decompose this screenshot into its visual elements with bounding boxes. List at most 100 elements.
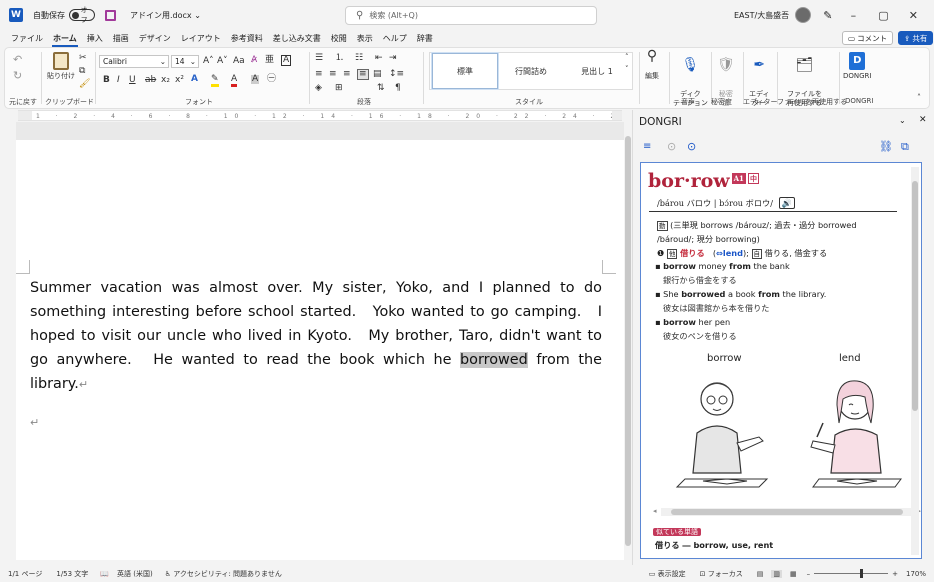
zoom-level[interactable]: 170% [906, 570, 926, 578]
style-normal[interactable]: 標準 [431, 52, 499, 90]
zoom-slider[interactable] [814, 569, 889, 578]
align-center-icon[interactable]: ≡ [329, 70, 337, 79]
redo-icon[interactable]: ↻ [13, 70, 22, 81]
minimize-button[interactable]: – [838, 0, 868, 30]
style-heading-1[interactable]: 見出し 1 [564, 53, 630, 89]
back-icon[interactable]: ⊙ [667, 140, 676, 153]
tab-file[interactable]: ファイル [6, 33, 48, 44]
autosave-toggle[interactable]: オフ [69, 6, 95, 24]
link-icon[interactable]: ⛓ [879, 140, 893, 153]
strikethrough-icon[interactable]: ab [145, 76, 156, 85]
pen-icon[interactable]: ✎ [823, 9, 832, 22]
audio-icon[interactable]: 🔊 [778, 197, 795, 209]
highlight-icon[interactable]: ✎ [211, 75, 219, 87]
subscript-icon[interactable]: x₂ [161, 76, 170, 85]
font-name-select[interactable]: Calibri ⌄ [99, 55, 169, 68]
bold-icon[interactable]: B [103, 76, 110, 85]
collapse-ribbon-icon[interactable]: ˄ [917, 94, 921, 102]
maximize-button[interactable]: ▢ [868, 0, 898, 30]
document-filename[interactable]: アドイン用.docx ⌄ [130, 10, 201, 21]
comment-button[interactable]: ▭ コメント [842, 31, 894, 45]
page-count[interactable]: 1/1 ページ [8, 569, 42, 579]
web-layout-icon[interactable]: ▦ [790, 570, 797, 578]
style-scroll-down-icon[interactable]: ˅ [625, 66, 629, 73]
document-scrollbar[interactable] [624, 122, 632, 560]
tab-home[interactable]: ホーム [48, 33, 82, 47]
line-spacing-icon[interactable]: ↕≡ [389, 70, 404, 79]
list-icon[interactable]: ≡ [643, 141, 651, 152]
copy-icon[interactable]: ⧉ [79, 67, 85, 76]
document-page[interactable]: Summer vacation was almost over. My sist… [16, 140, 630, 560]
change-case-icon[interactable]: Aa [233, 57, 245, 66]
paste-button[interactable]: 貼り付け [47, 52, 75, 81]
proofing-icon[interactable]: 📖 [100, 570, 109, 578]
style-no-spacing[interactable]: 行間詰め [498, 53, 564, 89]
decrease-indent-icon[interactable]: ⇤ [375, 54, 383, 63]
style-scroll-up-icon[interactable]: ˄ [625, 54, 629, 61]
clear-format-icon[interactable]: A̷ [251, 56, 257, 65]
phonetic-guide-icon[interactable]: 亜 [265, 56, 274, 65]
pane-close-icon[interactable]: ✕ [919, 115, 927, 125]
grow-font-icon[interactable]: A˄ [203, 57, 214, 66]
tab-layout[interactable]: レイアウト [176, 33, 226, 44]
tab-draw[interactable]: 描画 [108, 33, 134, 44]
zoom-out-icon[interactable]: – [807, 570, 811, 578]
distributed-icon[interactable]: ▤ [373, 70, 382, 79]
edit-button[interactable]: ⚲ 編集 [645, 49, 659, 81]
char-border-icon[interactable]: A [281, 55, 292, 66]
forward-icon[interactable]: ⊙ [687, 140, 696, 153]
char-shading-icon[interactable]: A [251, 75, 260, 84]
font-size-select[interactable]: 14 ⌄ [171, 55, 199, 68]
enclose-char-icon[interactable]: ㊀ [267, 75, 276, 84]
tab-view[interactable]: 表示 [352, 33, 378, 44]
document-body[interactable]: Summer vacation was almost over. My sist… [30, 276, 602, 435]
format-painter-icon[interactable]: 🖌 [79, 80, 90, 89]
save-icon[interactable] [105, 9, 116, 21]
pane-options-icon[interactable]: ⌄ [899, 116, 906, 125]
read-mode-icon[interactable]: ▤ [757, 570, 764, 578]
show-marks-icon[interactable]: ¶ [395, 84, 401, 93]
tab-help[interactable]: ヘルプ [378, 33, 412, 44]
undo-icon[interactable]: ↶ [13, 54, 22, 65]
increase-indent-icon[interactable]: ⇥ [389, 54, 397, 63]
dictionary-scrollbar[interactable] [911, 167, 919, 555]
word-count[interactable]: 1/53 文字 [56, 569, 88, 579]
cut-icon[interactable]: ✂ [79, 54, 87, 63]
tab-dictionary[interactable]: 辞書 [412, 33, 438, 44]
underline-icon[interactable]: U [129, 76, 136, 85]
shrink-font-icon[interactable]: A˅ [217, 57, 228, 66]
horizontal-ruler[interactable]: 1 · 2 · 4 · 6 · 8 · 10 · 12 · 14 · 16 · … [18, 110, 622, 121]
borders-icon[interactable]: ⊞ [335, 84, 343, 93]
tab-review[interactable]: 校閲 [326, 33, 352, 44]
numbering-icon[interactable]: ⒈ [335, 54, 344, 63]
close-button[interactable]: ✕ [898, 0, 928, 30]
illustration-scrollbar[interactable]: ◂ ▸ [653, 507, 921, 516]
justify-icon[interactable]: ≡ [357, 69, 369, 80]
dongri-button[interactable]: D DONGRI [843, 52, 872, 81]
sort-icon[interactable]: ⇅ [377, 84, 385, 93]
avatar[interactable] [795, 7, 812, 23]
language[interactable]: 英語 (米国) [117, 569, 153, 579]
tab-insert[interactable]: 挿入 [82, 33, 108, 44]
tab-references[interactable]: 参考資料 [226, 33, 268, 44]
align-right-icon[interactable]: ≡ [343, 70, 351, 79]
vertical-ruler[interactable] [3, 128, 14, 560]
italic-icon[interactable]: I [117, 76, 120, 85]
user-name[interactable]: EAST/大島盛吾 [734, 10, 789, 21]
superscript-icon[interactable]: x² [175, 76, 184, 85]
font-color-icon[interactable]: A [231, 75, 238, 87]
print-layout-icon[interactable]: ▥ [771, 569, 782, 578]
focus-mode[interactable]: ⊡ フォーカス [700, 569, 743, 579]
share-button[interactable]: ⇪ 共有 [898, 31, 934, 45]
display-settings[interactable]: ▭ 表示設定 [649, 569, 686, 579]
tab-mailings[interactable]: 差し込み文書 [268, 33, 326, 44]
open-external-icon[interactable]: ⧉ [901, 140, 909, 154]
text-effects-icon[interactable]: A [191, 75, 198, 84]
search-input[interactable]: ⚲ 検索 (Alt+Q) [345, 6, 597, 25]
align-left-icon[interactable]: ≡ [315, 70, 323, 79]
accessibility-status[interactable]: ♿ アクセシビリティ: 問題ありません [165, 569, 282, 579]
shading-icon[interactable]: ◈ [315, 84, 322, 93]
selected-word[interactable]: borrowed [460, 352, 528, 368]
multilevel-icon[interactable]: ☷ [355, 54, 363, 63]
tab-design[interactable]: デザイン [134, 33, 176, 44]
